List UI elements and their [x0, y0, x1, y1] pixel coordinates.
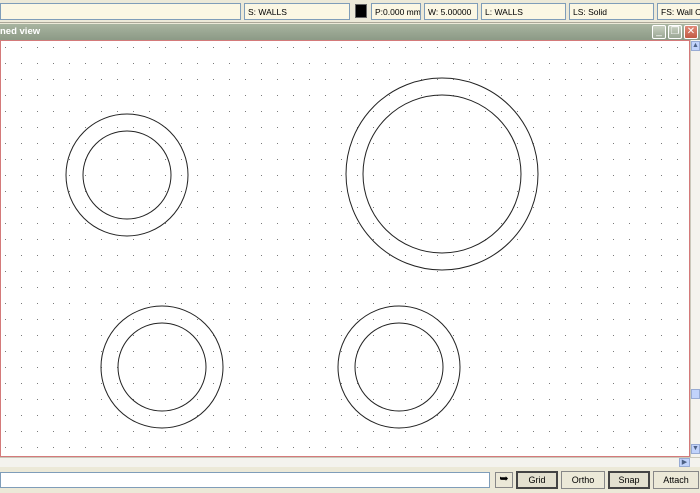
horizontal-scrollbar[interactable]: ▶ [0, 457, 700, 467]
close-icon: ✕ [686, 26, 696, 37]
scroll-up-button[interactable]: ▲ [691, 41, 700, 51]
scroll-right-button[interactable]: ▶ [679, 458, 690, 467]
property-bar: S: WALLS P:0.000 mm W: 5.00000 L: WALLS … [0, 0, 700, 23]
line-style-field[interactable]: LS: Solid [569, 3, 654, 20]
command-bar: ➥ Grid Ortho Snap Attach [0, 468, 700, 493]
ortho-toggle[interactable]: Ortho [561, 471, 605, 489]
grid-toggle[interactable]: Grid [516, 471, 558, 489]
color-swatch[interactable] [355, 4, 367, 18]
window-title: ned view [0, 26, 41, 37]
enter-arrow-icon: ➥ [499, 473, 509, 485]
enter-button[interactable]: ➥ [495, 472, 513, 488]
pen-field[interactable]: P:0.000 mm [371, 3, 421, 20]
window-title-bar[interactable]: ned view _ ❐ ✕ [0, 24, 700, 40]
fill-style-field[interactable]: FS: Wall C [657, 3, 700, 20]
command-input[interactable] [0, 472, 490, 488]
arrow-right-icon: ▶ [681, 459, 688, 466]
restore-icon: ❐ [670, 26, 680, 37]
style-field[interactable]: S: WALLS [244, 3, 350, 20]
drawing-canvas[interactable] [0, 40, 690, 457]
arrow-up-icon: ▲ [692, 42, 699, 49]
weight-field[interactable]: W: 5.00000 [424, 3, 478, 20]
vertical-scrollbar[interactable]: ▲ ▼ [690, 40, 700, 457]
close-button[interactable]: ✕ [684, 25, 698, 39]
blank-field[interactable] [0, 3, 241, 20]
layer-field[interactable]: L: WALLS [481, 3, 566, 20]
grid-dots [1, 41, 689, 456]
scroll-thumb[interactable] [691, 389, 700, 399]
attach-toggle[interactable]: Attach [653, 471, 699, 489]
restore-button[interactable]: ❐ [668, 25, 682, 39]
minimize-icon: _ [656, 26, 662, 37]
snap-toggle[interactable]: Snap [608, 471, 650, 489]
arrow-down-icon: ▼ [692, 445, 699, 452]
scroll-down-button[interactable]: ▼ [691, 444, 700, 454]
minimize-button[interactable]: _ [652, 25, 666, 39]
drawing-svg[interactable] [1, 41, 689, 456]
